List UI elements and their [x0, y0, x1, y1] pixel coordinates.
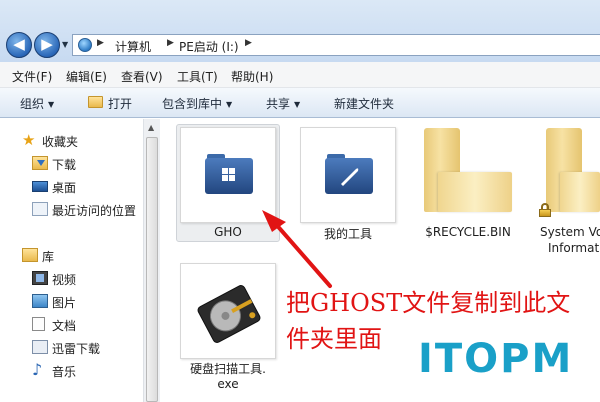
- include-in-library-label: 包含到库中: [162, 97, 223, 111]
- chevron-right-icon[interactable]: ▶: [167, 38, 174, 48]
- nav-favorites-label: 收藏夹: [42, 135, 79, 149]
- organize-button[interactable]: 组织 ▼: [20, 95, 54, 112]
- annotation-text-line2: 件夹里面: [286, 325, 382, 353]
- scrollbar-thumb[interactable]: [146, 137, 158, 402]
- caret-down-icon: ▼: [294, 100, 301, 109]
- forward-button[interactable]: ▶: [34, 32, 60, 58]
- libraries-icon: [22, 248, 38, 262]
- file-disk-tool-label-2[interactable]: exe: [180, 377, 276, 391]
- nav-downloads-label: 下载: [52, 158, 77, 172]
- pictures-icon: [32, 294, 48, 308]
- music-note-icon: ♪: [32, 360, 43, 379]
- menu-help[interactable]: 帮助(H): [231, 68, 273, 85]
- command-toolbar: 组织 ▼ 打开 包含到库中 ▼ 共享 ▼ 新建文件夹: [0, 88, 600, 118]
- folder-system-volume-icon[interactable]: [546, 128, 600, 212]
- menu-edit[interactable]: 编辑(E): [66, 68, 107, 85]
- nav-desktop-label: 桌面: [52, 181, 77, 195]
- breadcrumb-pe-drive[interactable]: PE启动 (I:): [179, 38, 239, 55]
- chevron-right-icon[interactable]: ▶: [245, 38, 252, 48]
- open-folder-icon: [88, 96, 103, 108]
- organize-label: 组织: [20, 97, 45, 111]
- recent-places-icon: [32, 202, 48, 216]
- address-bar[interactable]: ▶ 计算机 ▶ PE启动 (I:) ▶: [72, 34, 600, 56]
- nav-scrollbar[interactable]: ▲: [143, 119, 160, 402]
- desktop-icon: [32, 181, 48, 192]
- nav-videos-label: 视频: [52, 273, 77, 287]
- file-disk-tool-thumbnail[interactable]: [180, 263, 276, 359]
- downloads-folder-icon: [32, 156, 48, 170]
- breadcrumb-computer[interactable]: 计算机: [115, 38, 151, 55]
- caret-down-icon: ▼: [48, 100, 55, 109]
- back-button[interactable]: ◀: [6, 32, 32, 58]
- menu-tools[interactable]: 工具(T): [177, 68, 218, 85]
- share-button[interactable]: 共享 ▼: [266, 95, 300, 112]
- folder-my-tools-label[interactable]: 我的工具: [300, 225, 396, 242]
- caret-down-icon: ▼: [226, 100, 233, 109]
- address-area: ◀ ▶ ▼ ▶ 计算机 ▶ PE启动 (I:) ▶: [0, 0, 600, 62]
- folder-my-tools-thumbnail[interactable]: [300, 127, 396, 223]
- annotation-text-line1: 把GHOST文件复制到此文: [286, 289, 571, 317]
- menu-file[interactable]: 文件(F): [12, 68, 52, 85]
- tools-folder-icon: [325, 154, 373, 194]
- open-button[interactable]: 打开: [108, 95, 132, 112]
- new-folder-button[interactable]: 新建文件夹: [334, 95, 394, 112]
- nav-xunlei-label: 迅雷下载: [52, 342, 101, 356]
- navigation-pane: ★ 收藏夹 下载 桌面 最近访问的位置 库 视频 图片 文档 迅雷下载 ♪ 音乐: [0, 119, 160, 402]
- recent-pages-dropdown[interactable]: ▼: [62, 40, 68, 49]
- folder-system-volume-label-2[interactable]: Informat: [548, 241, 599, 255]
- nav-recent-label: 最近访问的位置: [52, 204, 137, 218]
- nav-documents-label: 文档: [52, 319, 77, 333]
- share-label: 共享: [266, 97, 291, 111]
- nav-music-label: 音乐: [52, 365, 77, 379]
- hard-disk-icon: [197, 285, 261, 343]
- star-icon: ★: [22, 131, 36, 149]
- folder-recycle-bin-label[interactable]: $RECYCLE.BIN: [414, 225, 522, 239]
- chevron-right-icon[interactable]: ▶: [97, 38, 104, 48]
- xunlei-download-icon: [32, 340, 48, 354]
- menu-view[interactable]: 查看(V): [121, 68, 163, 85]
- include-in-library-button[interactable]: 包含到库中 ▼: [162, 95, 232, 112]
- folder-system-volume-label-1[interactable]: System Vo: [540, 225, 600, 239]
- folder-gho-label[interactable]: GHO: [180, 225, 276, 239]
- nav-pictures-label: 图片: [52, 296, 77, 310]
- scroll-up-arrow-icon[interactable]: ▲: [148, 123, 154, 132]
- computer-globe-icon: [78, 38, 92, 52]
- video-icon: [32, 271, 48, 285]
- menu-bar: 文件(F) 编辑(E) 查看(V) 工具(T) 帮助(H): [0, 62, 600, 88]
- folder-gho-thumbnail[interactable]: [180, 127, 276, 223]
- file-disk-tool-label-1[interactable]: 硬盘扫描工具.: [180, 360, 276, 377]
- folder-recycle-bin-icon[interactable]: [424, 128, 512, 212]
- windows-folder-icon: [205, 154, 253, 194]
- lock-icon: [538, 203, 552, 217]
- nav-libraries-label: 库: [42, 250, 55, 264]
- itopm-logo: ITOPM: [418, 336, 574, 382]
- document-icon: [32, 317, 45, 331]
